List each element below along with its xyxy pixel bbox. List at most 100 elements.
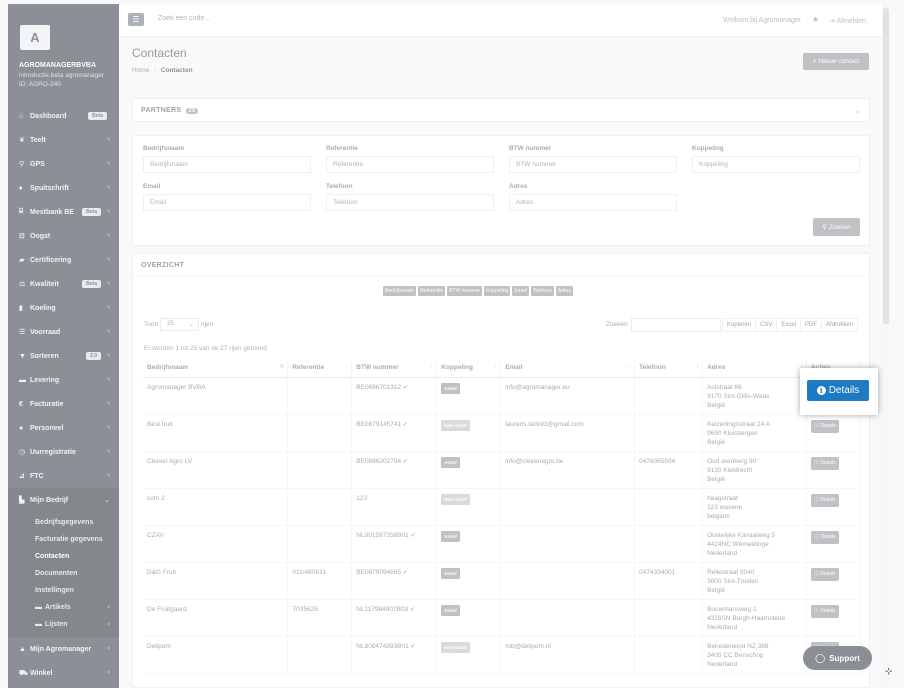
table-row[interactable]: D&G Fruit 011/480631 BE0879094865 ✔ Actief 0… bbox=[143, 562, 862, 600]
sidebar-subitem-bedrijfsgegevens[interactable]: Bedrijfsgegevens bbox=[8, 514, 119, 531]
sidebar-item-levering[interactable]: ▬ Levering ‹ bbox=[8, 368, 119, 392]
table-row[interactable]: De Fruitgaard T035625 NL117984802B03 ✔ Acti… bbox=[143, 599, 862, 637]
column-header-bedrijfsnaam[interactable]: Bedrijfsnaam ⇅ bbox=[143, 359, 289, 378]
sidebar-item-winkel[interactable]: ⛟ Winkel ‹ bbox=[8, 661, 119, 685]
column-header-telefoon[interactable]: Telefoon ↕ bbox=[634, 359, 704, 378]
table-row[interactable]: Agromanager BVBA BE0696701312 ✔ Actief info… bbox=[143, 377, 862, 415]
code-search-input[interactable] bbox=[158, 15, 308, 22]
sidebar-subitem-documenten[interactable]: Documenten bbox=[8, 565, 119, 582]
cell-koppeling: Niet-Actief bbox=[436, 488, 502, 526]
sidebar-subitem-facturatie-gegevens[interactable]: Facturatie gegevens bbox=[8, 531, 119, 548]
cell-koppeling: Niet-Actief bbox=[436, 414, 502, 452]
filter-btw-input[interactable] bbox=[509, 156, 677, 173]
export-excel-button[interactable]: Excel bbox=[776, 318, 802, 332]
details-button[interactable]: ⓘ Details bbox=[810, 530, 839, 544]
sidebar-item-oogst[interactable]: ⊟ Oogst ‹ bbox=[8, 224, 119, 248]
address-line: 3405 CC Benschop bbox=[707, 651, 764, 659]
search-button[interactable]: ⚲ Zoeken bbox=[813, 218, 860, 236]
table-row[interactable]: com 2 123 Niet-Actief haagstraat 123 wasene b… bbox=[143, 488, 862, 526]
address-line: 123 wasene bbox=[707, 503, 743, 511]
partners-panel[interactable]: PARTNERS 29 ⌄ bbox=[132, 98, 870, 122]
sidebar-item-mijn-agromanager[interactable]: ▲ Mijn Agromanager ‹ bbox=[8, 637, 119, 661]
column-header-adres[interactable]: Adres ↕ bbox=[702, 359, 807, 378]
filter-adres-input[interactable] bbox=[509, 194, 677, 211]
column-toggle-btw-nummer[interactable]: BTW nummer bbox=[447, 286, 483, 296]
details-button[interactable]: ⓘ Details bbox=[810, 419, 839, 433]
column-toggle-email[interactable]: Email bbox=[512, 286, 529, 296]
sidebar-subitem-instellingen[interactable]: Instellingen bbox=[8, 582, 119, 599]
filter-icon: ▼ bbox=[19, 352, 26, 360]
details-button[interactable]: ⓘ Details bbox=[810, 456, 839, 470]
scrollbar-thumb[interactable] bbox=[883, 8, 889, 324]
export-csv-button[interactable]: CSV bbox=[755, 318, 778, 332]
sidebar-item-voorraad[interactable]: ☰ Voorraad ‹ bbox=[8, 320, 119, 344]
column-header-koppeling[interactable]: Koppeling ↕ bbox=[436, 359, 502, 378]
menu-toggle-button[interactable]: ☰ bbox=[128, 13, 144, 26]
sidebar-item-personeel[interactable]: ● Personeel ‹ bbox=[8, 416, 119, 440]
cell-koppeling: Actief bbox=[436, 451, 502, 489]
contacts-table: Bedrijfsnaam ⇅ Referentie ↕ BTW nummer ↕ Koppe… bbox=[143, 359, 862, 674]
new-contact-button[interactable]: + Nieuw contact bbox=[803, 53, 869, 70]
export-pdf-button[interactable]: PDF bbox=[800, 318, 823, 332]
filter-koppeling-input[interactable] bbox=[692, 156, 860, 173]
details-button[interactable]: ⓘ Details bbox=[810, 604, 839, 618]
sidebar-item-ftc[interactable]: ⊿ FTC ‹ bbox=[8, 464, 119, 488]
favorite-star-icon[interactable]: ★ bbox=[812, 15, 819, 24]
partners-count-badge: 29 bbox=[185, 108, 199, 114]
sidebar-subitem-artikels[interactable]: ▬ Artikels ‹ bbox=[8, 599, 119, 616]
map-marker-icon: ⚲ bbox=[19, 161, 25, 168]
details-button-highlighted[interactable]: i Details bbox=[807, 380, 869, 401]
euro-icon: € bbox=[19, 400, 23, 408]
sidebar-item-sorteren[interactable]: ▼ Sorteren 2.0 ‹ bbox=[8, 344, 119, 368]
filter-bedrijfsnaam-input[interactable] bbox=[143, 156, 311, 173]
details-label: Details bbox=[820, 459, 836, 466]
company-logo[interactable]: A bbox=[20, 25, 50, 50]
details-label: Details bbox=[828, 385, 860, 396]
column-header-referentie[interactable]: Referentie ↕ bbox=[287, 359, 353, 378]
column-header-label: BTW nummer bbox=[356, 364, 399, 372]
column-toggle-telefoon[interactable]: Telefoon bbox=[530, 286, 554, 296]
sidebar-item-koeling[interactable]: ▮ Koeling ‹ bbox=[8, 296, 119, 320]
breadcrumb-home[interactable]: Home bbox=[132, 67, 149, 74]
cell-btw-text: NL808474893B01 bbox=[356, 642, 409, 650]
sidebar-item-teelt[interactable]: ❦ Teelt ‹ bbox=[8, 128, 119, 152]
column-toggle-referentie[interactable]: Referentie bbox=[418, 286, 446, 296]
export-kopieren-button[interactable]: Kopieren bbox=[722, 318, 757, 332]
table-row[interactable]: Best fruit BE0879145741 ✔ Niet-Actief laure… bbox=[143, 414, 862, 452]
filter-label-telefoon: Telefoon bbox=[326, 183, 353, 190]
sidebar-item-facturatie[interactable]: € Facturatie ‹ bbox=[8, 392, 119, 416]
sidebar-item-dashboard[interactable]: ⌂ Dashboard Beta bbox=[8, 104, 119, 128]
sidebar-badge: 2.0 bbox=[86, 352, 101, 360]
sidebar-item-kwaliteit[interactable]: ⚖ Kwaliteit Beta ‹ bbox=[8, 272, 119, 296]
support-button[interactable]: ◯ Support bbox=[803, 646, 872, 670]
filter-email-input[interactable] bbox=[143, 194, 311, 211]
chevron-down-icon[interactable]: ⌄ bbox=[854, 106, 861, 115]
filter-referentie-input[interactable] bbox=[326, 156, 494, 173]
sidebar-subitem-lijsten[interactable]: ▬ Lijsten ‹ bbox=[8, 616, 119, 633]
logout-link[interactable]: ⇥ Afmelden bbox=[829, 17, 866, 25]
details-button[interactable]: ⓘ Details bbox=[810, 493, 839, 507]
sidebar-item-mestbank-be[interactable]: ⌸ Mestbank BE Beta ‹ bbox=[8, 200, 119, 224]
sidebar-item-certificering[interactable]: ▰ Certificering ‹ bbox=[8, 248, 119, 272]
column-header-btw-nummer[interactable]: BTW nummer ↕ bbox=[351, 359, 438, 378]
column-toggle-bedrijfsnaam[interactable]: Bedrijfsnaam bbox=[383, 286, 417, 296]
column-toggle-adres[interactable]: Adres bbox=[555, 286, 573, 296]
sidebar-item-uurregistratie[interactable]: ◷ Uurregistratie ‹ bbox=[8, 440, 119, 464]
sidebar-item-label: Levering bbox=[30, 376, 60, 384]
export-afdrukken-button[interactable]: Afdrukken bbox=[821, 318, 859, 332]
column-toggle-koppeling[interactable]: Koppeling bbox=[484, 286, 511, 296]
sidebar-item-spuitschrift[interactable]: ♦ Spuitschrift ‹ bbox=[8, 176, 119, 200]
table-row[interactable]: CZAV NL001597358B01 ✔ Actief Oostelijke Kan… bbox=[143, 525, 862, 563]
filter-telefoon-input[interactable] bbox=[326, 194, 494, 211]
sidebar-item-mijn-bedrijf[interactable]: ▙ Mijn Bedrijf ⌄ bbox=[8, 488, 119, 512]
status-badge: Niet-Actief bbox=[441, 641, 470, 653]
sidebar-item-gps[interactable]: ⚲ GPS ‹ bbox=[8, 152, 119, 176]
table-search-input[interactable] bbox=[631, 318, 721, 332]
table-row[interactable]: Cleiren Agro LV BE0896202794 ✔ Actief info@… bbox=[143, 451, 862, 489]
table-row[interactable]: Delipom NL808474893B01 ✔ Niet-Actief rob@de… bbox=[143, 636, 862, 674]
sidebar-subitem-contacten[interactable]: Contacten bbox=[8, 548, 119, 565]
page-size-select[interactable]: 25 ⌄ bbox=[160, 318, 199, 331]
sidebar-subitem-label: Artikels bbox=[45, 604, 71, 611]
details-button[interactable]: ⓘ Details bbox=[810, 567, 839, 581]
column-header-email[interactable]: Email ↕ bbox=[500, 359, 636, 378]
